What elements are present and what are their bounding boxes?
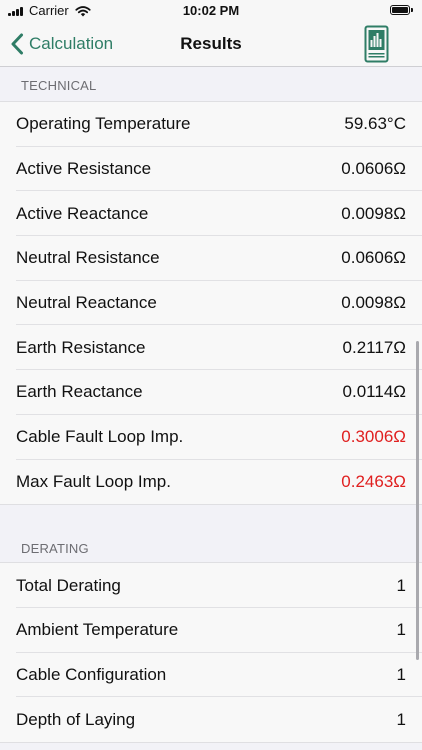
row-label: Earth Reactance [16, 382, 143, 402]
max-fault-loop-impedance-row: Max Fault Loop Imp. 0.2463Ω [0, 460, 422, 505]
row-label: Cable Fault Loop Imp. [16, 427, 184, 447]
active-resistance-row: Active Resistance 0.0606Ω [0, 147, 422, 192]
row-value: 1 [396, 664, 406, 684]
ambient-temperature-row: Ambient Temperature 1 [0, 608, 422, 653]
row-label: Max Fault Loop Imp. [16, 471, 171, 491]
row-value-alert: 0.2463Ω [341, 471, 406, 491]
row-label: Active Reactance [16, 203, 149, 223]
row-value: 0.0606Ω [341, 159, 406, 179]
vertical-scroll-indicator[interactable] [416, 341, 419, 660]
technical-section-header: TECHNICAL [0, 67, 422, 101]
row-value: 59.63°C [344, 114, 406, 134]
row-label: Operating Temperature [16, 114, 191, 134]
row-label: Ambient Temperature [16, 620, 179, 640]
row-value-alert: 0.3006Ω [341, 427, 406, 447]
total-derating-row: Total Derating 1 [0, 563, 422, 608]
row-label: Total Derating [16, 575, 121, 595]
neutral-resistance-row: Neutral Resistance 0.0606Ω [0, 236, 422, 281]
active-reactance-row: Active Reactance 0.0098Ω [0, 191, 422, 236]
page-title: Results [180, 34, 242, 53]
status-bar: Carrier 10:02 PM [0, 0, 422, 22]
row-value: 0.0098Ω [341, 293, 406, 313]
row-value: 0.2117Ω [342, 337, 406, 357]
depth-of-laying-row: Depth of Laying 1 [0, 697, 422, 742]
derating-results-group: Total Derating 1 Ambient Temperature 1 C… [0, 562, 422, 743]
row-label: Neutral Resistance [16, 248, 160, 268]
row-value: 0.0098Ω [341, 203, 406, 223]
cable-configuration-row: Cable Configuration 1 [0, 653, 422, 698]
row-label: Depth of Laying [16, 709, 136, 729]
row-value: 1 [396, 709, 406, 729]
row-value: 0.0606Ω [341, 248, 406, 268]
results-screen: Carrier 10:02 PM Calculation Results TEC… [0, 0, 422, 750]
battery-level [392, 7, 408, 13]
results-content[interactable]: TECHNICAL Operating Temperature 59.63°C … [0, 67, 422, 750]
row-label: Cable Configuration [16, 664, 167, 684]
row-value: 1 [396, 575, 406, 595]
neutral-reactance-row: Neutral Reactance 0.0098Ω [0, 281, 422, 326]
row-value: 1 [396, 620, 406, 640]
row-label: Neutral Reactance [16, 293, 157, 313]
technical-results-group: Operating Temperature 59.63°C Active Res… [0, 101, 422, 506]
cable-fault-loop-impedance-row: Cable Fault Loop Imp. 0.3006Ω [0, 415, 422, 460]
report-document-icon[interactable] [364, 25, 389, 63]
operating-temperature-row: Operating Temperature 59.63°C [0, 102, 422, 147]
status-time: 10:02 PM [182, 3, 240, 18]
earth-reactance-row: Earth Reactance 0.0114Ω [0, 370, 422, 415]
row-label: Earth Resistance [16, 337, 146, 357]
earth-resistance-row: Earth Resistance 0.2117Ω [0, 325, 422, 370]
row-label: Active Resistance [16, 159, 152, 179]
navigation-bar: Calculation Results [0, 22, 422, 67]
battery-cap [411, 8, 413, 12]
row-value: 0.0114Ω [342, 382, 406, 402]
battery-icon [390, 5, 410, 15]
derating-section-header: DERATING [0, 505, 422, 563]
